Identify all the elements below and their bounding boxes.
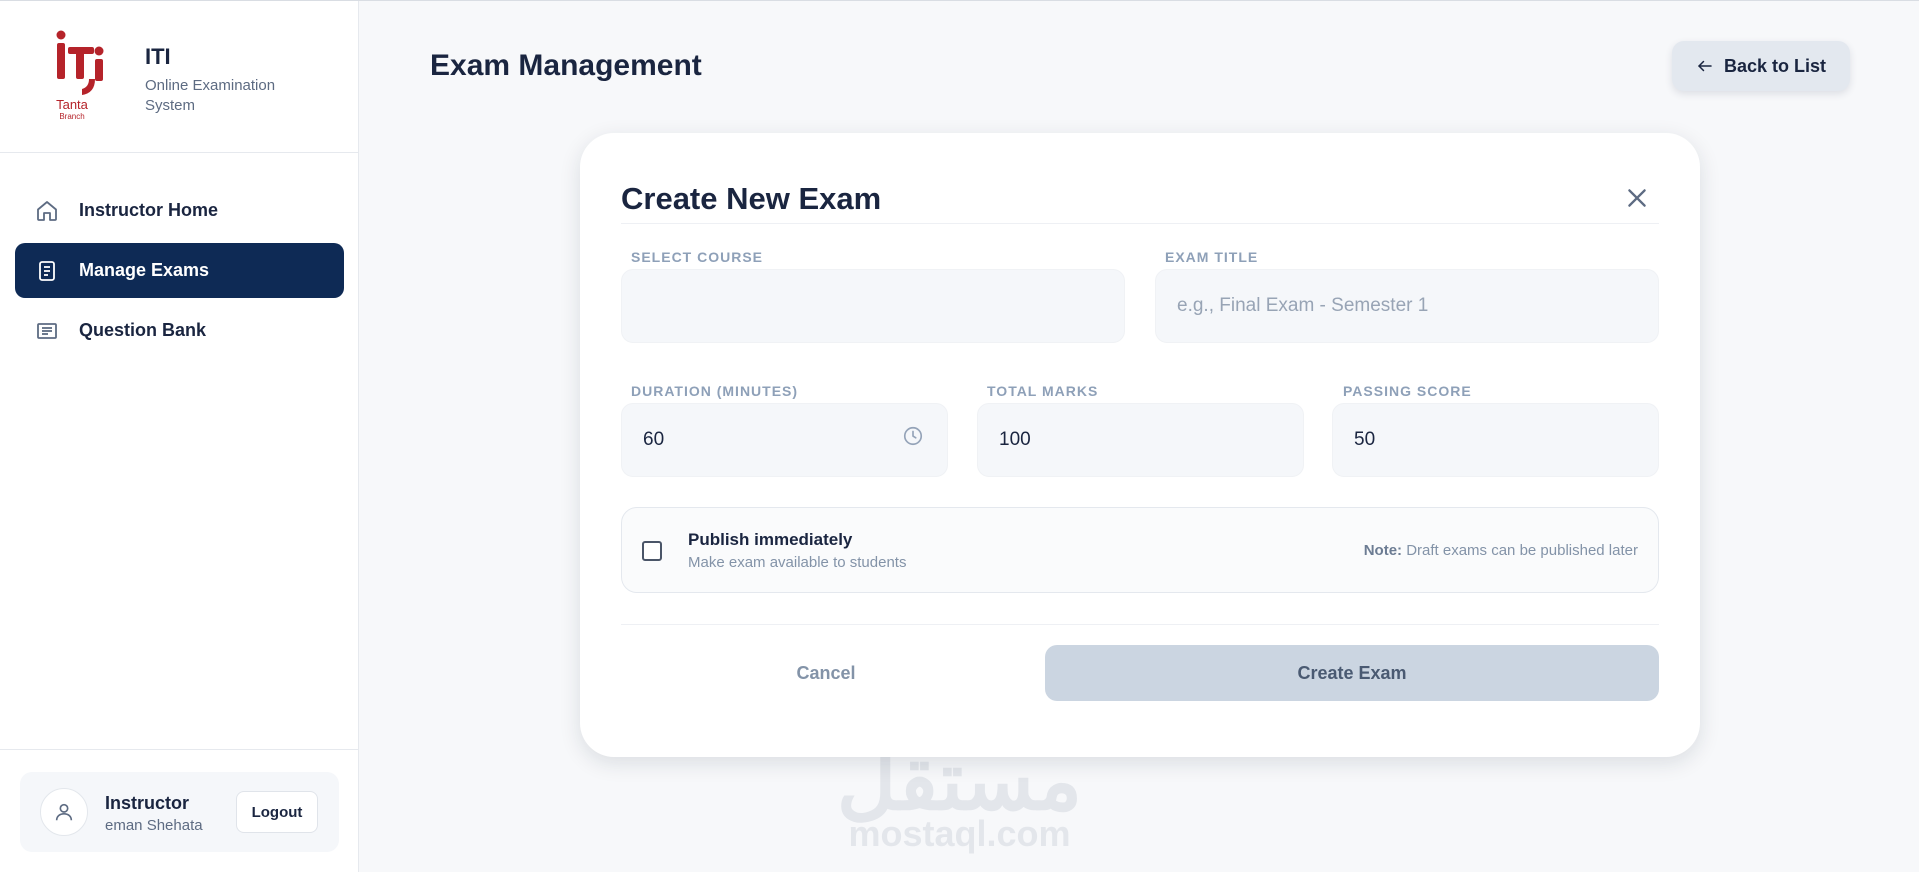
passing-score-input[interactable]	[1332, 403, 1659, 477]
logo-sub2-text: Branch	[59, 112, 84, 121]
course-select[interactable]	[621, 269, 1125, 343]
create-exam-modal: Create New Exam SELECT COURSE EXAM TITLE…	[580, 133, 1700, 757]
course-label: SELECT COURSE	[631, 249, 764, 265]
back-to-list-button[interactable]: Back to List	[1672, 41, 1850, 91]
note-text: Draft exams can be published later	[1402, 542, 1638, 559]
clock-icon	[903, 426, 923, 446]
logo-sub-text: Tanta	[56, 97, 89, 112]
publish-note: Note: Draft exams can be published later	[1364, 542, 1638, 559]
publish-option: Publish immediately Make exam available …	[621, 507, 1659, 593]
brand-subtitle: Online Examination System	[145, 77, 276, 114]
publish-title: Publish immediately	[688, 530, 853, 549]
brand-title: ITI	[145, 44, 171, 69]
note-label: Note:	[1363, 542, 1403, 559]
duration-input[interactable]	[621, 403, 948, 477]
list-icon	[35, 319, 59, 343]
arrow-left-icon	[1698, 60, 1712, 72]
sidebar-item-label: Question Bank	[79, 320, 207, 340]
publish-checkbox[interactable]	[642, 541, 662, 561]
duration-label: DURATION (MINUTES)	[631, 383, 799, 399]
back-button-label: Back to List	[1723, 55, 1827, 76]
close-icon[interactable]	[1624, 185, 1650, 211]
page-title: Exam Management	[430, 49, 702, 82]
home-icon	[35, 199, 59, 223]
total-marks-input[interactable]	[977, 403, 1304, 477]
sidebar-nav: Instructor Home Manage Exams Question Ba…	[15, 183, 344, 363]
publish-subtitle: Make exam available to students	[688, 554, 907, 571]
sidebar-item-question-bank[interactable]: Question Bank	[15, 303, 344, 358]
divider	[621, 223, 1659, 224]
sidebar-item-label: Instructor Home	[79, 200, 219, 220]
sidebar-item-instructor-home[interactable]: Instructor Home	[15, 183, 344, 238]
exam-title-label: EXAM TITLE	[1165, 249, 1259, 265]
total-marks-label: TOTAL MARKS	[987, 383, 1099, 399]
divider	[621, 624, 1659, 625]
document-icon	[35, 259, 59, 283]
modal-title: Create New Exam	[621, 181, 882, 216]
passing-score-label: PASSING SCORE	[1343, 383, 1472, 399]
create-exam-button[interactable]: Create Exam	[1045, 645, 1659, 701]
sidebar-item-manage-exams[interactable]: Manage Exams	[15, 243, 344, 298]
sidebar-item-label: Manage Exams	[79, 260, 210, 280]
cancel-button[interactable]: Cancel	[621, 645, 1031, 701]
watermark-latin: mostaql.com	[848, 813, 1071, 854]
brand-header: Tanta Branch ITI Online Examination Syst…	[0, 1, 359, 153]
iti-logo: Tanta Branch	[56, 30, 104, 121]
exam-title-input[interactable]	[1155, 269, 1659, 343]
